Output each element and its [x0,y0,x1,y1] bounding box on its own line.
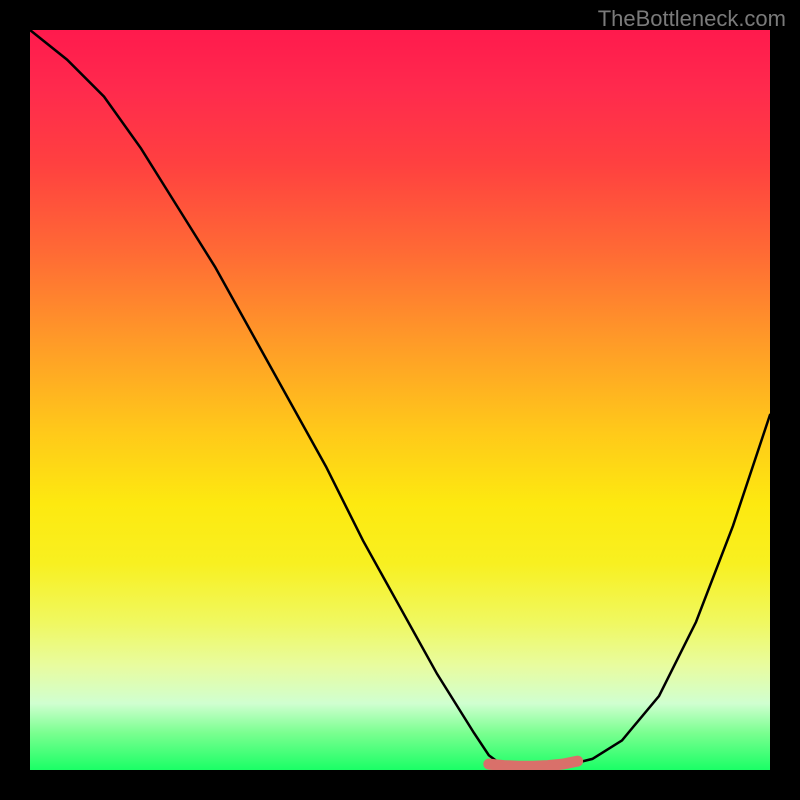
watermark-text: TheBottleneck.com [598,6,786,32]
curve-path [30,30,770,766]
bottom-marker-path [489,761,578,766]
chart-svg [30,30,770,770]
chart-plot-area [30,30,770,770]
